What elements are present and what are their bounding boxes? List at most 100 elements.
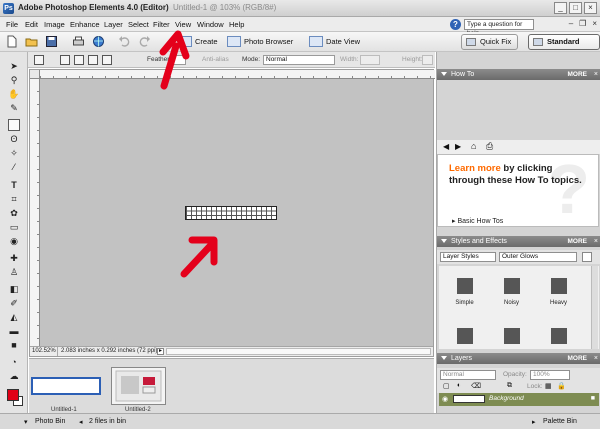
sponge-tool-icon[interactable]: ☁ <box>8 370 20 382</box>
menu-select[interactable]: Select <box>128 20 149 29</box>
layers-more-button[interactable]: MORE <box>568 353 588 364</box>
menu-help[interactable]: Help <box>229 20 244 29</box>
red-eye-tool-icon[interactable]: ◉ <box>8 235 20 247</box>
redo-icon[interactable] <box>138 35 151 48</box>
zoom-level[interactable]: 102.52% <box>32 347 58 356</box>
learn-more-link[interactable]: Learn more <box>449 163 501 174</box>
marquee-preset-icon[interactable] <box>34 55 44 65</box>
minimize-button[interactable]: _ <box>554 2 567 14</box>
photo-bin-toggle[interactable]: Photo Bin <box>35 418 65 425</box>
style-category-select[interactable]: Layer Styles <box>440 252 496 262</box>
move-tool-icon[interactable]: ➤ <box>8 60 20 72</box>
type-tool-icon[interactable]: T <box>8 179 20 191</box>
anti-alias-checkbox[interactable]: Anti-alias <box>202 56 229 63</box>
straighten-tool-icon[interactable]: ▭ <box>8 221 20 233</box>
foreground-color-swatch[interactable] <box>7 389 19 401</box>
style-subcategory-select[interactable]: Outer Glows <box>499 252 577 262</box>
crop-tool-icon[interactable]: ⌗ <box>8 193 20 205</box>
palette-bin-toggle[interactable]: Palette Bin <box>543 418 577 425</box>
menu-file[interactable]: File <box>6 20 18 29</box>
delete-layer-icon[interactable]: ⌫ <box>471 382 481 390</box>
doc-restore-button[interactable]: ❐ <box>579 19 586 28</box>
photo-bin-thumbnail-2[interactable] <box>111 367 166 405</box>
hand-tool-icon[interactable]: ✋ <box>8 88 20 100</box>
lasso-tool-icon[interactable]: ʘ <box>8 133 20 145</box>
height-input[interactable] <box>422 55 433 65</box>
eye-visibility-icon[interactable]: ◉ <box>442 395 448 403</box>
paint-bucket-tool-icon[interactable]: ◭ <box>8 311 20 323</box>
eyedropper-tool-icon[interactable]: ✎ <box>8 102 20 114</box>
gradient-tool-icon[interactable]: ▬ <box>8 325 20 337</box>
forward-arrow-icon[interactable]: ▶ <box>455 142 461 151</box>
collapse-triangle-icon[interactable] <box>441 239 447 243</box>
new-selection-icon[interactable] <box>60 55 70 65</box>
style-heavy[interactable]: Heavy <box>536 270 581 310</box>
collapse-triangle-icon[interactable] <box>441 72 447 76</box>
doc-close-button[interactable]: × <box>592 19 597 28</box>
rectangular-marquee-tool-icon[interactable] <box>8 119 20 131</box>
save-icon[interactable] <box>45 35 58 48</box>
add-selection-icon[interactable] <box>74 55 84 65</box>
collapse-triangle-icon[interactable] <box>441 356 447 360</box>
basic-how-tos-link[interactable]: ▸ Basic How Tos <box>452 217 503 225</box>
help-icon[interactable]: ? <box>450 19 461 30</box>
mode-select[interactable]: Normal <box>263 55 335 65</box>
width-input[interactable] <box>360 55 380 65</box>
standard-edit-button[interactable]: Standard Edit <box>528 34 600 60</box>
layers-close-icon[interactable]: × <box>594 353 598 364</box>
open-folder-icon[interactable] <box>25 35 38 48</box>
online-services-icon[interactable] <box>92 35 105 48</box>
zoom-tool-icon[interactable]: ⚲ <box>8 74 20 86</box>
layers-palette-header[interactable]: Layers MORE × <box>437 353 600 364</box>
home-icon[interactable]: ⌂ <box>471 141 476 151</box>
date-view-button[interactable]: Date View <box>309 36 360 47</box>
adjustment-layer-icon[interactable]: ◐ <box>457 382 461 389</box>
quick-fix-button[interactable]: Quick Fix <box>461 34 519 50</box>
magic-wand-tool-icon[interactable]: ✧ <box>8 147 20 159</box>
maximize-button[interactable]: □ <box>569 2 582 14</box>
blend-mode-select[interactable]: Normal <box>440 370 496 380</box>
eraser-tool-icon[interactable]: ◧ <box>8 283 20 295</box>
new-file-icon[interactable] <box>5 35 18 48</box>
menu-window[interactable]: Window <box>197 20 224 29</box>
clone-stamp-tool-icon[interactable]: ♙ <box>8 266 20 278</box>
print-icon[interactable] <box>72 35 85 48</box>
photo-bin-thumbnail-1[interactable] <box>31 377 101 395</box>
document-canvas-image[interactable] <box>185 206 277 220</box>
print-topic-icon[interactable]: ⎙ <box>486 141 493 152</box>
styles-close-icon[interactable]: × <box>594 236 598 247</box>
status-menu-arrow-icon[interactable]: ▸ <box>157 348 164 355</box>
intersect-selection-icon[interactable] <box>102 55 112 65</box>
doc-minimize-button[interactable]: – <box>569 19 573 28</box>
cookie-cutter-tool-icon[interactable]: ✿ <box>8 207 20 219</box>
help-search-input[interactable]: Type a question for help <box>464 19 534 37</box>
howto-close-icon[interactable]: × <box>594 69 598 80</box>
styles-effects-palette-header[interactable]: Styles and Effects MORE × <box>437 236 600 247</box>
photo-browser-button[interactable]: Photo Browser <box>227 36 293 47</box>
styles-more-button[interactable]: MORE <box>568 236 588 247</box>
style-noisy[interactable]: Noisy <box>489 270 534 310</box>
lock-all-icon[interactable]: 🔒 <box>557 382 566 390</box>
lock-transparency-icon[interactable]: ▦ <box>545 382 552 390</box>
shape-tool-icon[interactable]: ■ <box>8 339 20 351</box>
blur-tool-icon[interactable]: ◔ <box>8 356 20 368</box>
photo-bin-icon[interactable]: ▾ <box>24 418 28 426</box>
undo-icon[interactable] <box>118 35 131 48</box>
healing-brush-tool-icon[interactable]: ✚ <box>8 252 20 264</box>
back-arrow-icon[interactable]: ◀ <box>443 142 449 151</box>
new-layer-icon[interactable]: ▢ <box>443 382 450 390</box>
close-button[interactable]: × <box>584 2 597 14</box>
link-icon[interactable]: ⧉ <box>507 382 512 390</box>
howto-more-button[interactable]: MORE <box>568 69 588 80</box>
menu-image[interactable]: Image <box>44 20 65 29</box>
bin-options-arrow-icon[interactable]: ◂ <box>79 418 83 426</box>
selection-brush-tool-icon[interactable]: ⁄ <box>8 161 20 173</box>
brush-tool-icon[interactable]: ✐ <box>8 297 20 309</box>
menu-edit[interactable]: Edit <box>25 20 38 29</box>
horizontal-scrollbar[interactable] <box>166 348 431 355</box>
subtract-selection-icon[interactable] <box>88 55 98 65</box>
menu-enhance[interactable]: Enhance <box>70 20 100 29</box>
layer-row-background[interactable]: ◉ Background ■ <box>439 393 599 406</box>
palette-bin-icon[interactable]: ▸ <box>532 418 536 426</box>
opacity-input[interactable]: 100% <box>530 370 570 380</box>
